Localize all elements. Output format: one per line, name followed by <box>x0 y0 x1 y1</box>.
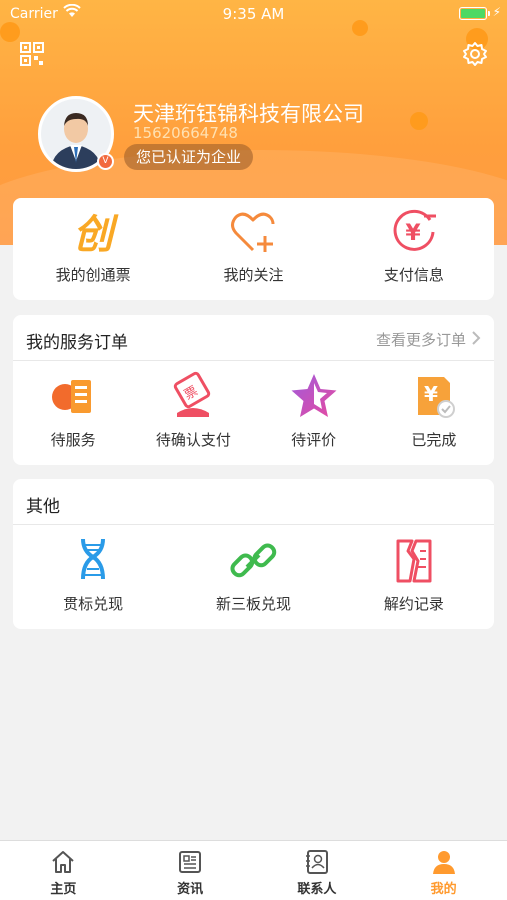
orders-section-header: 我的服务订单 查看更多订单 <box>13 315 494 361</box>
tab-news[interactable]: 资讯 <box>127 841 254 900</box>
tab-label: 资讯 <box>177 882 204 897</box>
pending-review-button[interactable]: 待评价 <box>254 369 374 450</box>
contacts-icon <box>305 850 328 874</box>
clock: 9:35 AM <box>222 5 285 23</box>
quick-action-label: 我的关注 <box>223 266 284 284</box>
other-item-label: 解约记录 <box>383 595 444 613</box>
verified-badge-icon: V <box>97 153 114 170</box>
svg-text:¥: ¥ <box>424 382 438 406</box>
pending-service-button[interactable]: 待服务 <box>13 369 133 450</box>
tab-label: 联系人 <box>297 882 337 897</box>
chevron-right-icon <box>472 331 481 345</box>
heart-plus-icon <box>231 212 275 252</box>
service-icon <box>52 380 92 413</box>
service-orders-card: 我的服务订单 查看更多订单 待服务 票 待确认支付 待评价 ¥ 已完成 <box>13 315 494 465</box>
order-status-label: 待服务 <box>50 431 96 449</box>
pending-payment-button[interactable]: 票 待确认支付 <box>133 369 253 450</box>
quick-actions-card: 创 我的创通票 我的关注 ¥ 支付信息 <box>13 198 494 300</box>
neeq-redemption-button[interactable]: 新三板兑现 <box>173 533 333 614</box>
svg-text:¥: ¥ <box>405 221 421 246</box>
tab-home[interactable]: 主页 <box>0 841 127 900</box>
home-icon <box>52 851 75 873</box>
status-bar: Carrier 9:35 AM ⚡ <box>0 0 507 28</box>
my-ticket-button[interactable]: 创 我的创通票 <box>13 204 173 285</box>
settings-gear-icon[interactable] <box>461 40 489 68</box>
payment-info-button[interactable]: ¥ 支付信息 <box>334 204 494 285</box>
dna-icon <box>81 538 106 580</box>
tab-contacts[interactable]: 联系人 <box>254 841 381 900</box>
star-icon <box>291 374 337 417</box>
other-item-label: 新三板兑现 <box>215 595 291 613</box>
battery-tip <box>488 11 490 16</box>
torn-document-icon <box>396 539 432 583</box>
other-item-label: 贯标兑现 <box>63 595 124 613</box>
completed-orders-button[interactable]: ¥ 已完成 <box>374 369 494 450</box>
tab-label: 主页 <box>50 882 77 897</box>
completed-icon: ¥ <box>417 377 455 418</box>
other-section-header: 其他 <box>13 479 494 525</box>
standard-redemption-button[interactable]: 贯标兑现 <box>13 533 173 614</box>
section-title: 其他 <box>26 497 60 517</box>
phone-number: 15620664748 <box>133 124 238 142</box>
view-more-orders-link[interactable]: 查看更多订单 <box>376 329 466 350</box>
other-section-card: 其他 贯标兑现 新三板兑现 解约记录 <box>13 479 494 629</box>
section-title: 我的服务订单 <box>26 333 128 353</box>
order-status-label: 待评价 <box>291 431 337 449</box>
certification-badge: 您已认证为企业 <box>124 144 254 170</box>
quick-action-label: 支付信息 <box>383 266 444 284</box>
decor-dot <box>410 112 428 130</box>
tab-label: 我的 <box>430 882 457 897</box>
order-status-label: 待确认支付 <box>155 431 231 449</box>
battery-icon <box>459 7 487 20</box>
link-icon <box>230 543 277 578</box>
news-icon <box>179 851 202 873</box>
my-follow-button[interactable]: 我的关注 <box>173 204 333 285</box>
termination-records-button[interactable]: 解约记录 <box>334 533 494 614</box>
payment-confirm-icon: 票 <box>174 371 211 417</box>
charging-icon: ⚡ <box>492 5 501 19</box>
tab-me[interactable]: 我的 <box>380 841 507 900</box>
yen-circle-icon: ¥ <box>393 209 436 251</box>
svg-text:创: 创 <box>73 212 119 258</box>
profile-icon <box>432 851 455 874</box>
chuang-ticket-icon: 创 <box>73 212 119 258</box>
quick-action-label: 我的创通票 <box>55 266 131 284</box>
order-status-label: 已完成 <box>411 431 457 449</box>
bottom-tab-bar: 主页 资讯 联系人 我的 <box>0 840 507 900</box>
qr-code-icon[interactable] <box>20 42 44 66</box>
